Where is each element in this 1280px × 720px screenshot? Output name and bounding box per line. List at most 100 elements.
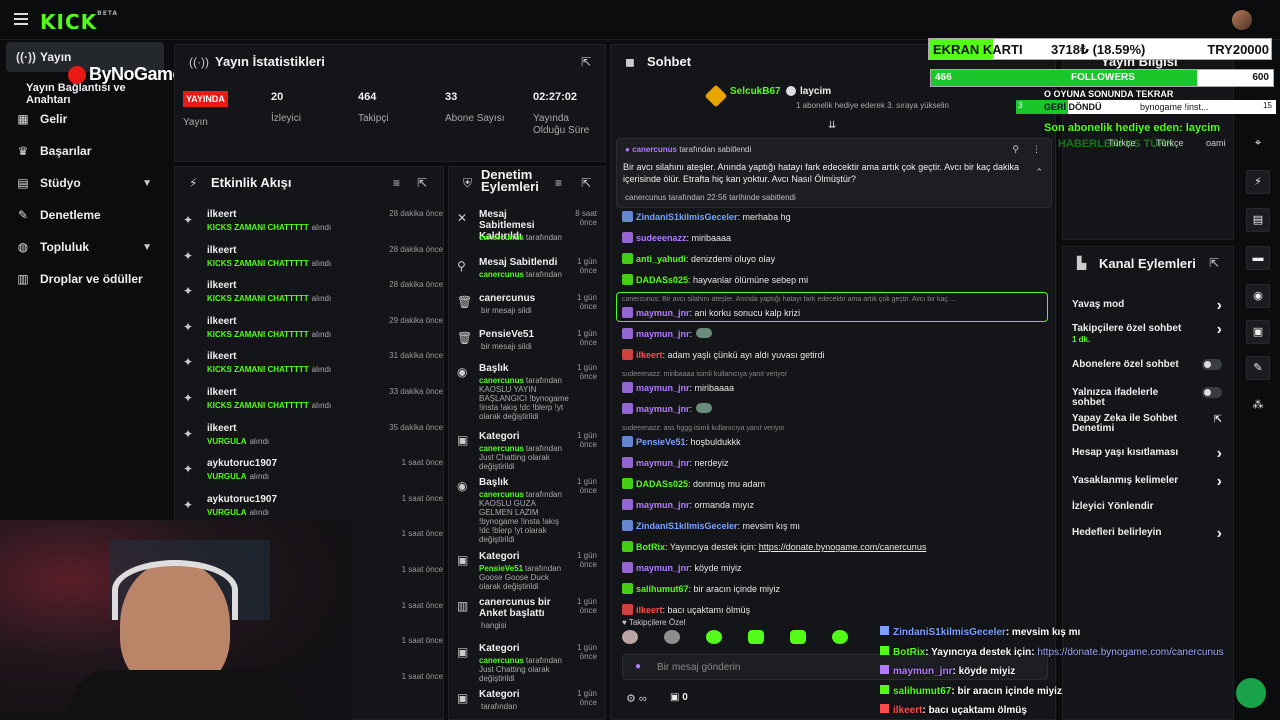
chat-username[interactable]: anti_yahudi xyxy=(636,254,686,264)
popout-icon[interactable]: ⇱ xyxy=(417,176,427,190)
sidebar-item-denetleme[interactable]: ✎ Denetleme xyxy=(6,200,164,230)
wrench-icon[interactable]: ✎ xyxy=(1246,356,1270,380)
channel-action-6[interactable]: Yasaklanmış kelimeler › xyxy=(1072,473,1222,490)
chat-message[interactable]: ZindaniS1kilmisGeceler: merhaba hg xyxy=(622,211,791,222)
lightning-icon[interactable]: ⚡ xyxy=(1246,170,1270,194)
sidebar-item-basarilar[interactable]: ♛ Başarılar xyxy=(6,136,164,166)
chat-username[interactable]: ZindaniS1kilmisGeceler xyxy=(636,212,738,222)
chat-message[interactable]: ZindaniS1kilmisGeceler: mevsim kış mı xyxy=(622,520,800,531)
moderation-time: 8 saat önce xyxy=(575,209,597,227)
sidebar-item-droplar[interactable]: ▥ Droplar ve ödüller xyxy=(6,264,164,294)
activity-row[interactable]: ✦ ilkeert KICKS ZAMANI CHATTTTT alındı 31 da… xyxy=(183,351,443,385)
kick-logo[interactable]: KICKBETA xyxy=(40,10,118,34)
channel-action-7[interactable]: İzleyici Yönlendir xyxy=(1072,502,1222,512)
chat-username[interactable]: DADASs025 xyxy=(636,275,688,285)
chat-message[interactable]: salihumut67: bir aracın içinde miyiz xyxy=(622,583,780,594)
toggle-switch[interactable] xyxy=(1202,387,1222,398)
chat-username[interactable]: BotRix xyxy=(636,542,665,552)
activity-row[interactable]: ✦ ilkeert KICKS ZAMANI CHATTTTT alındı 28 da… xyxy=(183,245,443,279)
chat-message[interactable]: maymun_jnr: xyxy=(622,403,713,414)
channel-action-8[interactable]: Hedefleri belirleyin › xyxy=(1072,525,1222,542)
toggle-switch[interactable] xyxy=(1202,359,1222,370)
chat-message[interactable]: ilkeert: adam yaşlı çünkü ayı aldı yuvas… xyxy=(622,349,825,360)
activity-row[interactable]: ✦ ilkeert KICKS ZAMANI CHATTTTT alındı 28 da… xyxy=(183,280,443,314)
filter-icon[interactable]: ≡ xyxy=(393,176,400,190)
sidebar-item-studyo[interactable]: ▤ Stüdyo ▼ xyxy=(6,168,164,198)
chat-username[interactable]: maymun_jnr xyxy=(636,404,690,414)
community-icon[interactable]: ⁂ xyxy=(1246,394,1270,418)
activity-row[interactable]: ✦ ilkeert KICKS ZAMANI CHATTTTT alındı 33 da… xyxy=(183,387,443,421)
sidebar-item-topluluk[interactable]: ◍ Topluluk ▼ xyxy=(6,232,164,262)
collapse-icon[interactable]: ⇊ xyxy=(828,120,836,131)
chat-message[interactable]: maymun_jnr: ani korku sonucu kalp krizi xyxy=(622,307,800,318)
chevron-up-icon[interactable]: ⌃ xyxy=(1035,167,1043,178)
activity-row[interactable]: ✦ ilkeert VURGULA alındı 35 dakika önce xyxy=(183,423,443,457)
activity-row[interactable]: ✦ ilkeert KICKS ZAMANI CHATTTTT alındı 29 da… xyxy=(183,316,443,350)
document-icon[interactable]: ▤ xyxy=(1246,208,1270,232)
chat-username[interactable]: maymun_jnr xyxy=(636,500,690,510)
shield-icon[interactable]: ▣ xyxy=(1246,320,1270,344)
chat-message[interactable]: BotRix: Yayıncıya destek için: https://d… xyxy=(622,541,926,552)
chat-message[interactable]: anti_yahudi: denizdemi oluyo olay xyxy=(622,253,775,264)
sidebar-item-stream-key[interactable]: Yayın Bağlantısı ve Anahtarı xyxy=(26,82,168,106)
chat-username[interactable]: ilkeert xyxy=(636,350,663,360)
chat-link[interactable]: https://donate.bynogame.com/canercunus xyxy=(759,542,927,552)
chat-message[interactable]: maymun_jnr: miribaaaa xyxy=(622,382,734,393)
popout-icon[interactable]: ⇱ xyxy=(1209,256,1219,270)
popout-icon[interactable]: ⇱ xyxy=(581,176,591,190)
channel-action-0[interactable]: Yavaş mod › xyxy=(1072,297,1222,314)
activity-row[interactable]: ✦ aykutoruc1907 VURGULA alındı 1 saat önce xyxy=(183,458,443,492)
emote-icon xyxy=(696,328,713,338)
filter-icon[interactable]: ≡ xyxy=(555,176,562,190)
pin-icon[interactable]: ⚲ xyxy=(1012,144,1019,155)
sidebar-item-gelir[interactable]: ▦ Gelir xyxy=(6,104,164,134)
more-icon[interactable]: ⋮ xyxy=(1032,144,1041,155)
chat-message[interactable]: PensieVe51: hoşbuldukkk xyxy=(622,436,741,447)
chat-message[interactable]: maymun_jnr: nerdeyiz xyxy=(622,457,729,468)
overlay-chat-line: ZindaniS1kilmisGeceler: mevsim kış mı xyxy=(880,626,1080,638)
chat-username[interactable]: maymun_jnr xyxy=(636,563,690,573)
chat-username[interactable]: ilkeert xyxy=(636,605,663,615)
chat-text: : hayvanlar ölümüne sebep mi xyxy=(688,275,809,285)
chat-username[interactable]: maymun_jnr xyxy=(636,329,690,339)
chat-username[interactable]: maymun_jnr xyxy=(636,308,690,318)
chat-username[interactable]: maymun_jnr xyxy=(636,458,690,468)
gift-top-user[interactable]: SelcukB67 xyxy=(730,86,781,97)
emote-icon[interactable] xyxy=(622,630,638,644)
chat-message[interactable]: maymun_jnr: xyxy=(622,328,713,339)
hamburger-menu-icon[interactable] xyxy=(14,13,28,25)
emote-icon[interactable] xyxy=(664,630,680,644)
chat-message[interactable]: DADASs025: donmuş mu adam xyxy=(622,478,765,489)
channel-action-3[interactable]: Yalnızca ifadelerle sohbet xyxy=(1072,387,1222,408)
activity-row[interactable]: ✦ ilkeert KICKS ZAMANI CHATTTTT alındı 28 da… xyxy=(183,209,443,243)
chat-message[interactable]: maymun_jnr: köyde miyiz xyxy=(622,562,742,573)
channel-action-5[interactable]: Hesap yaşı kısıtlaması › xyxy=(1072,445,1222,462)
chat-bubble-icon[interactable]: ▬ xyxy=(1246,246,1270,270)
moderation-time: 1 gün önce xyxy=(576,257,597,275)
popout-icon[interactable]: ⇱ xyxy=(581,55,591,69)
help-button[interactable] xyxy=(1236,678,1266,708)
emote-icon[interactable] xyxy=(748,630,764,644)
chat-message[interactable]: ilkeert: bacı uçaktamı ölmüş xyxy=(622,604,750,615)
user-avatar[interactable] xyxy=(1232,10,1252,30)
channel-points[interactable]: ▣ 0 xyxy=(670,692,688,703)
emote-icon[interactable] xyxy=(832,630,848,644)
gift-target-user[interactable]: laycim xyxy=(800,86,831,97)
chat-username[interactable]: salihumut67 xyxy=(636,584,689,594)
chat-message[interactable]: maymun_jnr: ormanda mıyız xyxy=(622,499,754,510)
emote-icon[interactable] xyxy=(790,630,806,644)
chat-username[interactable]: ZindaniS1kilmisGeceler xyxy=(636,521,738,531)
chat-username[interactable]: PensieVe51 xyxy=(636,437,686,447)
channel-action-4[interactable]: Yapay Zeka ile Sohbet Denetimi ⇱ xyxy=(1072,414,1222,434)
chat-username[interactable]: sudeeenazz xyxy=(636,233,687,243)
channel-action-1[interactable]: Takipçilere özel sohbet 1 dk. › xyxy=(1072,321,1222,344)
camera-icon[interactable]: ⌖ xyxy=(1246,132,1270,156)
chat-message[interactable]: DADASs025: hayvanlar ölümüne sebep mi xyxy=(622,274,808,285)
settings-icon[interactable]: ⚙ ∞ xyxy=(626,692,647,705)
channel-action-2[interactable]: Abonelere özel sohbet xyxy=(1072,359,1222,370)
chat-message[interactable]: sudeeenazz: miribaaaa xyxy=(622,232,731,243)
emote-icon[interactable] xyxy=(706,630,722,644)
chat-username[interactable]: DADASs025 xyxy=(636,479,688,489)
broadcast-icon[interactable]: ◉ xyxy=(1246,284,1270,308)
chat-username[interactable]: maymun_jnr xyxy=(636,383,690,393)
